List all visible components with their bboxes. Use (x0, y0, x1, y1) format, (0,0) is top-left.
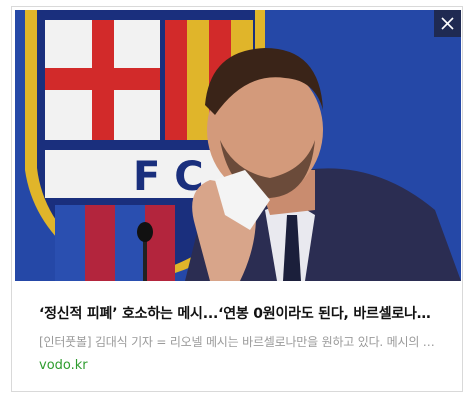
svg-text:F C: F C (133, 154, 204, 200)
photo-illustration: F C (15, 10, 461, 281)
news-photo[interactable]: F C (15, 10, 461, 281)
close-button[interactable] (434, 10, 461, 37)
ad-source-link[interactable]: vodo.kr (39, 358, 88, 373)
news-ad-card[interactable]: F C ‘정신적 피폐’ 호소하는 메시...‘연봉 0원이라도 된다, 바르셀… (11, 6, 463, 392)
ad-headline[interactable]: ‘정신적 피폐’ 호소하는 메시...‘연봉 0원이라도 된다, 바르셀로나에 … (39, 303, 443, 323)
close-icon (441, 17, 454, 30)
ad-snippet: [인터풋볼] 김대식 기자 = 리오넬 메시는 바르셀로나만을 원하고 있다. … (39, 335, 443, 349)
